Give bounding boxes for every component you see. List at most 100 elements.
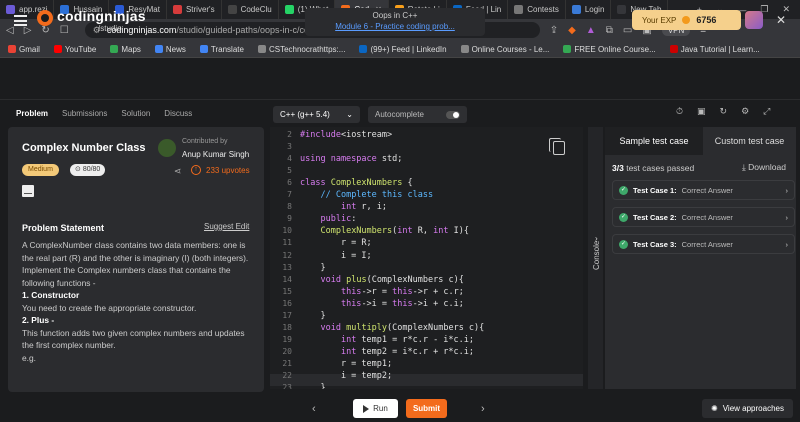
close-icon[interactable]: ✕ — [776, 13, 786, 27]
settings-icon[interactable]: ⚙ — [741, 106, 749, 117]
brave-rewards-icon[interactable]: ▲ — [586, 25, 596, 36]
next-problem-icon[interactable]: › — [481, 403, 485, 415]
code-line[interactable]: public: — [300, 214, 356, 224]
tab-solution[interactable]: Solution — [121, 109, 150, 118]
code-line[interactable]: } — [300, 263, 325, 273]
line-number: 10 — [282, 226, 292, 236]
tab-sample-test-case[interactable]: Sample test case — [605, 127, 703, 155]
bookmark-item[interactable]: Translate — [199, 45, 244, 54]
bookmark-item[interactable]: FREE Online Course... — [563, 44, 656, 54]
suggest-edit-link[interactable]: Suggest Edit — [204, 222, 249, 231]
bookmark-item[interactable]: YouTube — [53, 45, 96, 54]
code-line[interactable]: // Complete this class — [300, 190, 433, 200]
bookmark-item[interactable]: Gmail — [8, 45, 40, 54]
bookmark-page-icon[interactable]: ☐ — [60, 25, 69, 36]
view-approaches-button[interactable]: ✺ View approaches — [702, 399, 793, 418]
chevron-down-icon: ⌄ — [346, 110, 353, 119]
tab-problem[interactable]: Problem — [16, 109, 48, 118]
previous-problem-icon[interactable]: ‹ — [312, 403, 316, 415]
line-number: 14 — [282, 274, 292, 284]
code-line[interactable]: i = temp2; — [300, 371, 392, 381]
code-line[interactable]: int temp1 = r*c.r - i*c.i; — [300, 335, 474, 345]
bookmark-item[interactable]: News — [154, 45, 186, 54]
code-line[interactable]: this->r = this->r + c.r; — [300, 287, 464, 297]
code-line[interactable]: class ComplexNumbers { — [300, 178, 413, 188]
line-number: 11 — [282, 238, 292, 248]
share-icon[interactable]: ⋖ — [174, 166, 182, 177]
bookmark-item[interactable]: CSTechnocrathttps:... — [257, 45, 345, 54]
forward-icon[interactable]: ▷ — [24, 25, 32, 36]
code-line[interactable]: #include<iostream> — [300, 130, 392, 140]
line-number: 2 — [287, 130, 292, 139]
code-line[interactable]: this->i = this->i + c.i; — [300, 299, 464, 309]
code-line[interactable]: } — [300, 311, 325, 321]
save-icon[interactable]: ▣ — [697, 106, 706, 117]
browser-tab[interactable]: Contests — [508, 0, 566, 19]
code-line[interactable]: i = I; — [300, 251, 372, 261]
code-line[interactable]: int r, i; — [300, 202, 387, 212]
extensions-icon[interactable]: ⧉ — [606, 25, 613, 36]
upvote-icon[interactable]: ↑ — [191, 165, 201, 175]
tab-submissions[interactable]: Submissions — [62, 109, 107, 118]
language-select[interactable]: C++ (g++ 5.4) ⌄ — [273, 106, 360, 123]
bookmark-label: Java Tutorial | Learn... — [680, 44, 760, 54]
run-button[interactable]: Run — [353, 399, 398, 418]
code-line[interactable]: r = temp1; — [300, 359, 392, 369]
code-line[interactable]: void plus(ComplexNumbers c){ — [300, 275, 463, 285]
toggle-switch[interactable] — [446, 110, 460, 119]
sidebar-icon[interactable]: ▭ — [623, 25, 632, 36]
statement-paragraph: You need to create the appropriate const… — [22, 302, 197, 313]
console-label[interactable]: Console — [592, 230, 601, 270]
test-case-item[interactable]: ✓ Test Case 1: Correct Answer › — [612, 180, 795, 200]
statement-paragraph: A ComplexNumber class contains two data … — [22, 240, 249, 263]
code-line[interactable]: int temp2 = i*c.r + r*c.i; — [300, 347, 474, 357]
exp-badge[interactable]: Your EXP 6756 — [632, 10, 741, 30]
submit-button[interactable]: Submit — [406, 399, 447, 418]
hamburger-menu-icon[interactable] — [14, 15, 27, 26]
browser-tab[interactable]: CodeClu — [222, 0, 279, 19]
code-line[interactable]: void multiply(ComplexNumbers c){ — [300, 323, 484, 333]
code-line[interactable]: } — [300, 383, 325, 389]
code-line[interactable]: r = R; — [300, 238, 372, 248]
bookmark-item[interactable]: (99+) Feed | LinkedIn — [359, 45, 447, 54]
reset-icon[interactable]: ↻ — [720, 106, 728, 117]
fullscreen-icon[interactable]: ⤢ — [763, 106, 770, 117]
logo-text[interactable]: codingninjas — [57, 8, 146, 24]
back-icon[interactable]: ◁ — [6, 25, 14, 36]
score-value: 80/80 — [82, 166, 101, 173]
reload-icon[interactable]: ↻ — [41, 25, 49, 36]
chevron-right-icon: › — [785, 185, 789, 195]
bookmark-favicon-icon — [460, 45, 469, 53]
bookmark-favicon-icon — [563, 45, 572, 53]
test-case-name: Test Case 1: — [633, 185, 677, 195]
bookmark-item[interactable]: Java Tutorial | Learn... — [669, 44, 760, 54]
user-avatar[interactable] — [745, 11, 763, 29]
autocomplete-toggle[interactable]: Autocomplete — [368, 106, 467, 123]
bookmark-item[interactable]: Online Courses - Le... — [460, 45, 549, 54]
line-number: 19 — [282, 334, 292, 344]
tab-discuss[interactable]: Discuss — [164, 109, 192, 118]
chevron-right-icon: › — [785, 212, 789, 222]
code-editor[interactable]: 2 #include<iostream> 3 4 using namespace std… — [270, 127, 583, 389]
share-icon[interactable]: ⇪ — [550, 25, 558, 36]
copy-icon[interactable] — [549, 138, 565, 155]
browser-tab[interactable]: Striver's — [167, 0, 222, 19]
course-module-link[interactable]: Module 6 - Practice coding prob... — [305, 22, 485, 31]
download-button[interactable]: ⤓ Download — [742, 162, 786, 173]
test-case-item[interactable]: ✓ Test Case 2: Correct Answer › — [612, 207, 795, 227]
brave-shield-icon[interactable]: ◆ — [568, 25, 576, 36]
bookmark-item[interactable]: Maps — [110, 45, 141, 54]
code-line[interactable]: using namespace std; — [300, 154, 402, 164]
tab-favicon-icon — [514, 5, 524, 14]
test-case-item[interactable]: ✓ Test Case 3: Correct Answer › — [612, 234, 795, 254]
line-number: 12 — [282, 250, 292, 260]
contributor-name: Anup Kumar Singh — [182, 150, 250, 159]
tab-custom-test-case[interactable]: Custom test case — [703, 127, 796, 155]
bookmark-label: FREE Online Course... — [574, 44, 656, 54]
course-selector[interactable]: Oops in C++ Module 6 - Practice coding p… — [305, 8, 485, 36]
line-number: 6 — [287, 178, 292, 188]
code-line[interactable]: ComplexNumbers(int R, int I){ — [300, 226, 468, 236]
timer-icon[interactable]: ⏱ — [676, 106, 683, 117]
app-header — [0, 58, 800, 100]
browser-tab[interactable]: Login — [566, 0, 612, 19]
